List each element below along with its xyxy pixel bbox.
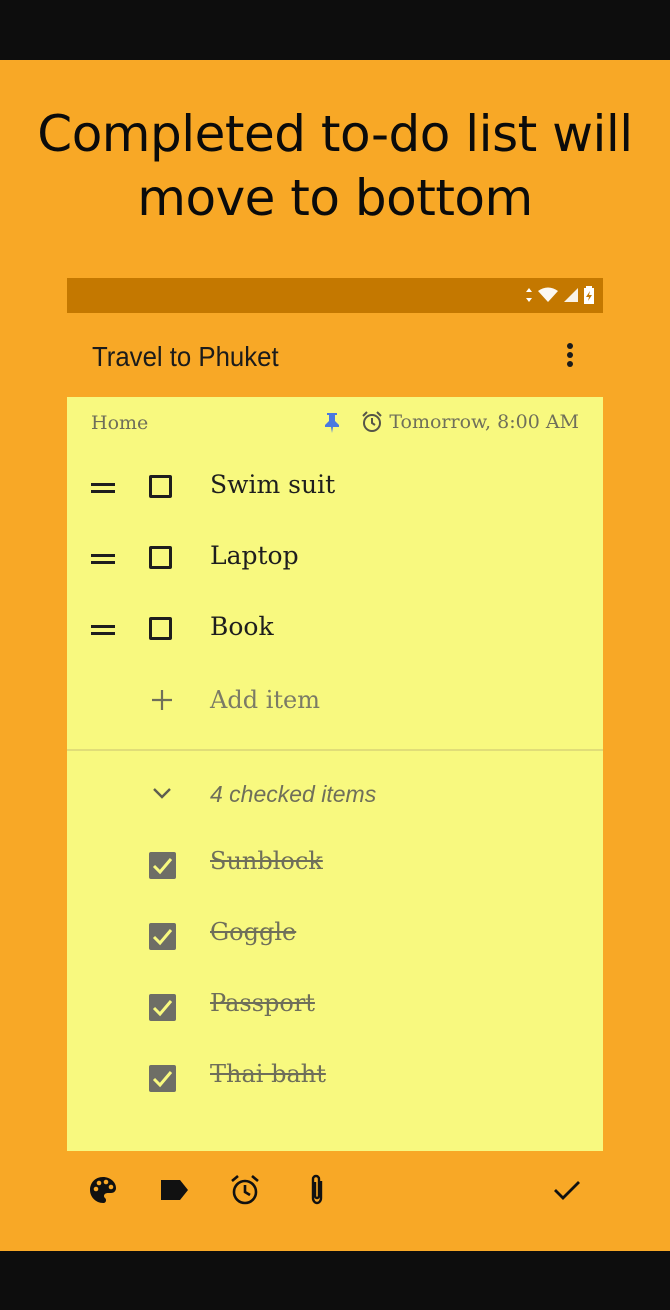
wifi-icon: [538, 287, 558, 302]
plus-icon: [152, 690, 172, 710]
device-bottom-bar: [0, 1251, 670, 1310]
device-top-bar: [0, 0, 670, 60]
checked-items-toggle[interactable]: 4 checked items: [67, 775, 603, 821]
check-icon: [152, 929, 173, 946]
data-arrows-icon: [526, 288, 532, 302]
status-bar: [67, 278, 603, 313]
more-options-button[interactable]: [559, 341, 581, 371]
checked-checkbox[interactable]: [149, 994, 176, 1021]
reminder-icon: [231, 1175, 259, 1205]
reminder-chip[interactable]: Tomorrow, 8:00 AM: [361, 411, 579, 433]
checked-item-text[interactable]: Thai baht: [210, 1060, 326, 1088]
palette-icon: [90, 1177, 116, 1203]
item-checkbox[interactable]: [149, 475, 172, 498]
checked-list-item[interactable]: Goggle: [67, 908, 603, 964]
item-checkbox[interactable]: [149, 617, 172, 640]
drag-handle-icon[interactable]: [91, 549, 115, 569]
label-icon: [161, 1180, 188, 1200]
item-text[interactable]: Swim suit: [210, 470, 335, 499]
done-button[interactable]: [550, 1173, 584, 1207]
list-item[interactable]: Swim suit: [67, 460, 603, 520]
checked-items-summary: 4 checked items: [210, 781, 377, 807]
checked-list-item[interactable]: Sunblock: [67, 837, 603, 893]
checked-item-text[interactable]: Sunblock: [210, 847, 323, 875]
check-icon: [152, 858, 173, 875]
list-item[interactable]: Laptop: [67, 531, 603, 591]
headline-line-2: move to bottom: [137, 169, 533, 227]
note-label[interactable]: Home: [91, 412, 148, 434]
checked-checkbox[interactable]: [149, 1065, 176, 1092]
more-vert-icon: [567, 343, 573, 367]
checked-item-text[interactable]: Passport: [210, 989, 315, 1017]
item-checkbox[interactable]: [149, 546, 172, 569]
item-text[interactable]: Book: [210, 612, 274, 641]
chevron-down-icon: [153, 788, 171, 799]
battery-icon: [584, 286, 594, 304]
check-icon: [152, 1000, 173, 1017]
list-item[interactable]: Book: [67, 602, 603, 662]
checked-checkbox[interactable]: [149, 852, 176, 879]
reminder-text: Tomorrow, 8:00 AM: [389, 411, 579, 433]
signal-icon: [564, 288, 578, 302]
item-text[interactable]: Laptop: [210, 541, 299, 570]
drag-handle-icon[interactable]: [91, 478, 115, 498]
reminder-button[interactable]: [228, 1173, 262, 1207]
phone-screen: Travel to Phuket Home Tomorrow, 8:00 AM …: [67, 278, 603, 1231]
palette-button[interactable]: [86, 1173, 120, 1207]
checked-list-item[interactable]: Passport: [67, 979, 603, 1035]
attach-button[interactable]: [300, 1173, 334, 1207]
divider: [67, 749, 603, 751]
label-button[interactable]: [157, 1173, 191, 1207]
check-icon: [152, 1071, 173, 1088]
attach-icon: [311, 1174, 323, 1205]
status-icons: [525, 286, 595, 304]
note-title[interactable]: Travel to Phuket: [92, 341, 279, 373]
done-icon: [554, 1181, 580, 1200]
promo-headline: Completed to-do list will move to bottom: [0, 102, 670, 230]
app-bar: Travel to Phuket: [67, 313, 603, 397]
checked-list-item[interactable]: Thai baht: [67, 1050, 603, 1106]
drag-handle-icon[interactable]: [91, 620, 115, 640]
note-body: Home Tomorrow, 8:00 AM Swim suit Laptop …: [67, 397, 603, 1151]
promo-background: Completed to-do list will move to bottom: [0, 60, 670, 1251]
alarm-icon: [362, 411, 383, 432]
bottom-toolbar: [67, 1151, 603, 1231]
pin-icon[interactable]: [323, 412, 341, 434]
checked-checkbox[interactable]: [149, 923, 176, 950]
checked-item-text[interactable]: Goggle: [210, 918, 296, 946]
add-item-placeholder: Add item: [210, 686, 320, 714]
add-item-row[interactable]: Add item: [67, 676, 603, 728]
headline-line-1: Completed to-do list will: [37, 105, 633, 163]
